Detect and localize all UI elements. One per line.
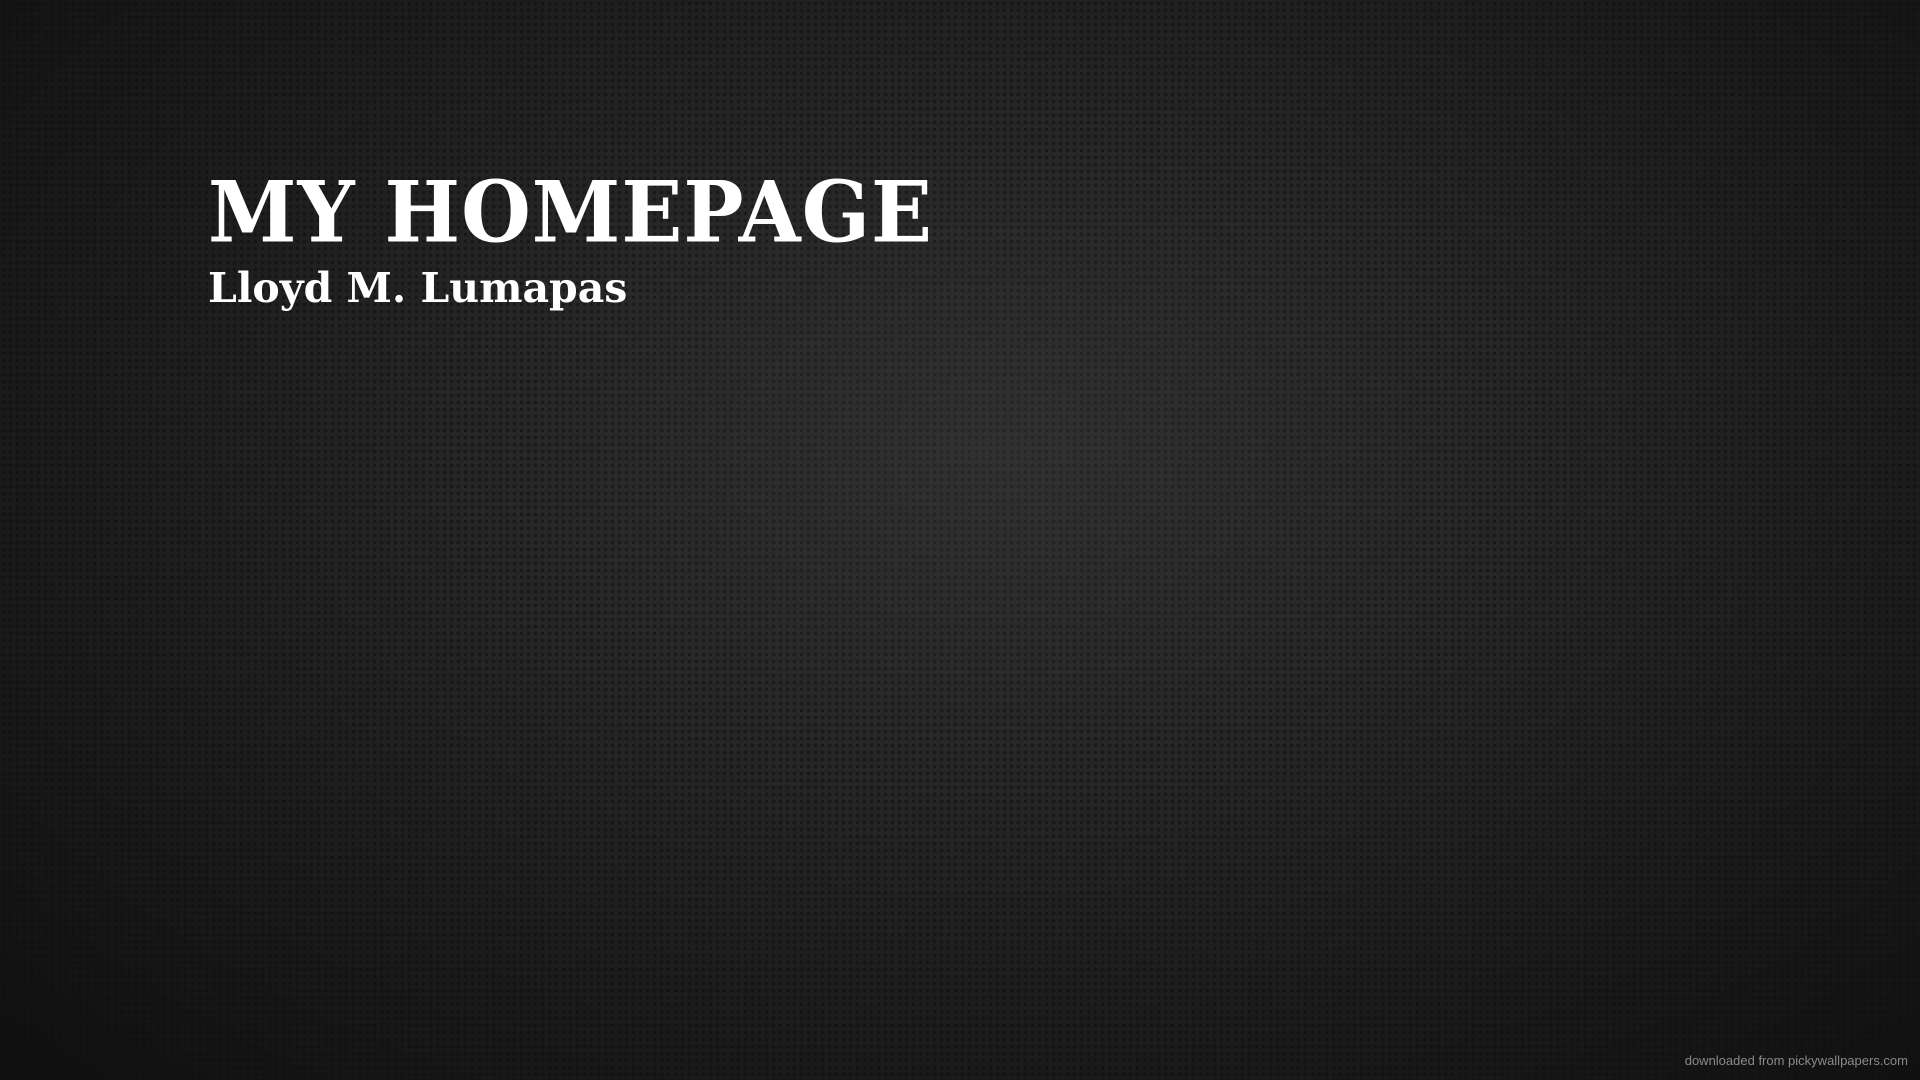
author-name: Lloyd M. Lumapas xyxy=(208,264,628,312)
wallpaper-credit: downloaded from pickywallpapers.com xyxy=(1684,1053,1908,1068)
homepage: { "header": { "title": "MY HOMEPAGE", "s… xyxy=(0,0,1920,1080)
page-title: MY HOMEPAGE xyxy=(208,162,934,262)
page-header: MY HOMEPAGE Lloyd M. Lumapas xyxy=(208,170,933,309)
